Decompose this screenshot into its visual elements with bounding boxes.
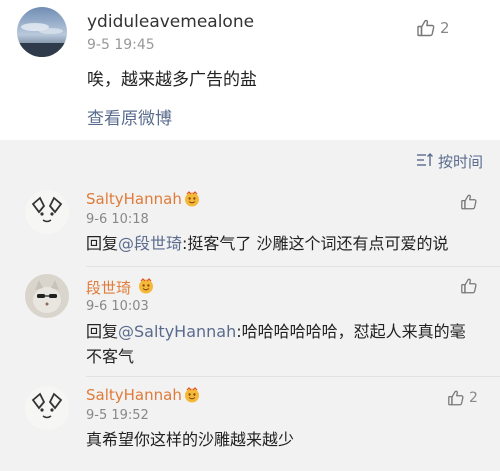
timestamp: 9-5 19:52 (86, 408, 149, 423)
thumbs-up-icon (448, 390, 464, 406)
avatar[interactable] (25, 274, 69, 318)
reply-prefix: 回复 (86, 234, 119, 253)
comment-text: 唉，越来越多广告的盐 (87, 70, 257, 90)
username[interactable]: SaltyHannah (86, 386, 182, 404)
username[interactable]: ydiduleavemealone (87, 12, 254, 32)
replies-section: 按时间 SaltyHannah 9-6 10:18 回复@段世琦:挺客气了 沙雕… (0, 140, 500, 471)
like-button[interactable] (416, 18, 436, 42)
reply-item: SaltyHannah 9-6 10:18 回复@段世琦:挺客气了 沙雕这个词还… (0, 185, 500, 263)
sort-label[interactable]: 按时间 (438, 151, 483, 172)
thumbs-up-icon (417, 19, 435, 37)
vip-badge-icon (138, 278, 154, 294)
thumbs-up-icon (461, 194, 477, 210)
timestamp: 9-6 10:18 (86, 212, 149, 227)
avatar[interactable] (25, 190, 69, 234)
reply-item: 段世琦 9-6 10:03 回复@SaltyHannah:哈哈哈哈哈哈，怼起人来… (0, 272, 500, 372)
sort-icon (417, 153, 433, 166)
username[interactable]: 段世琦 (86, 277, 131, 298)
like-count: 2 (440, 19, 450, 37)
timestamp: 9-6 10:03 (86, 299, 149, 314)
reply-text: 回复@SaltyHannah:哈哈哈哈哈哈，怼起人来真的毫不客气 (86, 319, 466, 369)
avatar[interactable] (25, 386, 69, 430)
like-button[interactable] (460, 193, 478, 215)
reply-body: :挺客气了 沙雕这个词还有点可爱的说 (182, 234, 449, 253)
sort-button[interactable] (416, 152, 434, 172)
like-button[interactable] (447, 389, 465, 411)
divider (86, 266, 500, 267)
divider (86, 376, 500, 377)
timestamp: 9-5 19:45 (87, 37, 155, 53)
reply-body: 真希望你这样的沙雕越来越少 (86, 430, 295, 449)
reply-text: 真希望你这样的沙雕越来越少 (86, 427, 476, 452)
mention-link[interactable]: @段世琦 (118, 234, 182, 253)
reply-text: 回复@段世琦:挺客气了 沙雕这个词还有点可爱的说 (86, 231, 476, 256)
reply-item: SaltyHannah 9-5 19:52 真希望你这样的沙雕越来越少 2 (0, 383, 500, 471)
like-button[interactable] (460, 277, 478, 299)
mention-link[interactable]: @SaltyHannah (118, 322, 236, 341)
sort-bar: 按时间 (0, 140, 500, 176)
like-count: 2 (469, 390, 478, 406)
vip-badge-icon (184, 387, 200, 403)
avatar[interactable] (17, 7, 67, 57)
reply-prefix: 回复 (86, 322, 119, 341)
main-comment: ydiduleavemealone 9-5 19:45 唉，越来越多广告的盐 查… (0, 0, 500, 140)
view-original-link[interactable]: 查看原微博 (87, 104, 172, 129)
vip-badge-icon (184, 191, 200, 207)
username[interactable]: SaltyHannah (86, 190, 182, 208)
thumbs-up-icon (461, 278, 477, 294)
